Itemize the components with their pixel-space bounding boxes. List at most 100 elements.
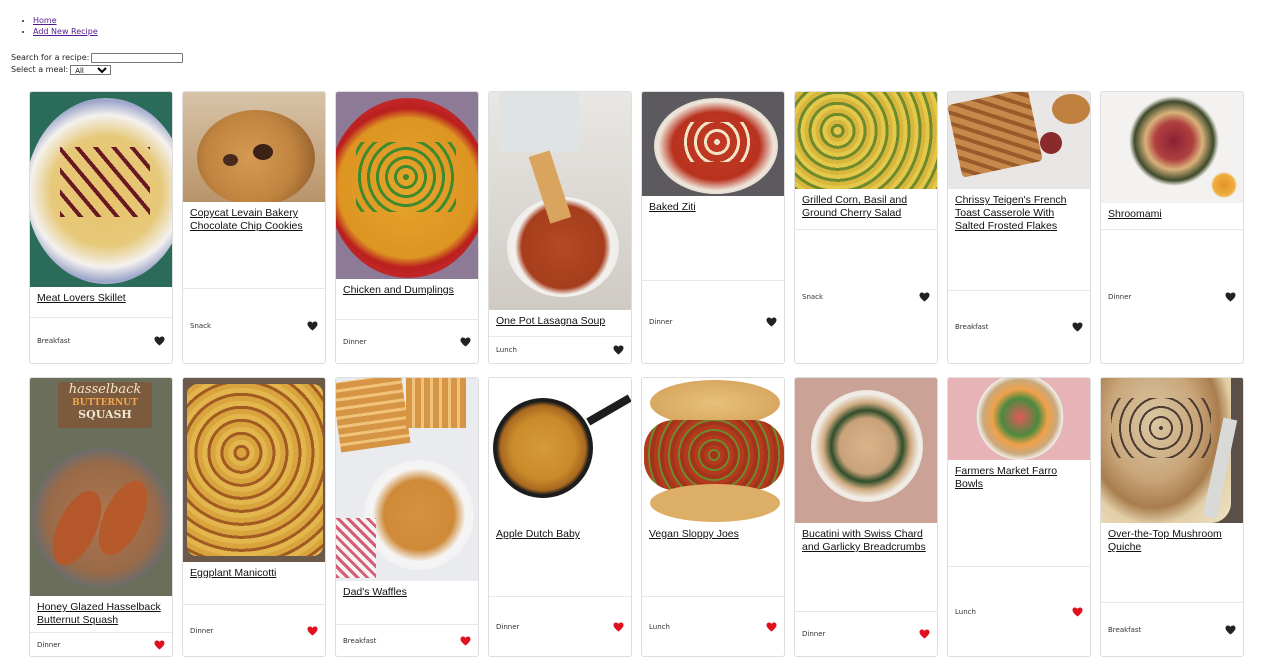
meal-select[interactable]: All bbox=[70, 65, 112, 75]
heart-icon[interactable] bbox=[1225, 291, 1236, 302]
recipe-title[interactable]: Dad's Waffles bbox=[343, 586, 471, 599]
meal-select-label: Select a meal: bbox=[11, 65, 69, 74]
meal-type: Dinner bbox=[343, 337, 367, 346]
recipe-image[interactable] bbox=[795, 92, 937, 189]
recipe-image[interactable] bbox=[1101, 378, 1243, 523]
recipe-title[interactable]: Over-the-Top Mushroom Quiche bbox=[1108, 528, 1236, 554]
meal-type: Dinner bbox=[190, 626, 214, 635]
meal-type: Dinner bbox=[802, 630, 826, 638]
recipe-card[interactable]: Shroomami Dinner bbox=[1100, 91, 1244, 364]
heart-icon[interactable] bbox=[613, 621, 624, 632]
meal-type: Breakfast bbox=[343, 636, 377, 645]
search-input[interactable] bbox=[91, 53, 184, 63]
meal-type: Breakfast bbox=[1108, 625, 1142, 634]
recipe-card[interactable]: Bucatini with Swiss Chard and Garlicky B… bbox=[794, 377, 938, 657]
meal-type: Lunch bbox=[649, 622, 670, 631]
home-link[interactable]: Home bbox=[33, 16, 57, 25]
recipe-card[interactable]: Apple Dutch Baby Dinner bbox=[488, 377, 632, 657]
recipe-title[interactable]: Grilled Corn, Basil and Ground Cherry Sa… bbox=[802, 194, 930, 220]
recipe-footer: Dinner bbox=[642, 280, 784, 363]
recipe-title[interactable]: Chrissy Teigen's French Toast Casserole … bbox=[955, 194, 1083, 233]
meal-type: Breakfast bbox=[37, 336, 71, 345]
recipe-title[interactable]: Vegan Sloppy Joes bbox=[649, 528, 777, 541]
recipe-image[interactable] bbox=[183, 378, 325, 562]
heart-icon[interactable] bbox=[154, 335, 165, 346]
heart-icon[interactable] bbox=[307, 321, 318, 331]
meal-type: Lunch bbox=[955, 607, 976, 616]
heart-icon[interactable] bbox=[460, 635, 471, 646]
nav-list: Home Add New Recipe bbox=[12, 15, 98, 37]
recipe-title[interactable]: Baked Ziti bbox=[649, 201, 777, 214]
recipe-card[interactable]: Farmers Market Farro Bowls Lunch bbox=[947, 377, 1091, 657]
heart-icon[interactable] bbox=[766, 317, 777, 327]
recipe-card[interactable]: Over-the-Top Mushroom Quiche Breakfast bbox=[1100, 377, 1244, 657]
recipe-footer: Lunch bbox=[642, 596, 784, 656]
heart-icon[interactable] bbox=[919, 291, 930, 302]
recipe-title[interactable]: Meat Lovers Skillet bbox=[37, 292, 165, 305]
recipe-title[interactable]: Copycat Levain Bakery Chocolate Chip Coo… bbox=[190, 207, 318, 233]
recipe-title[interactable]: One Pot Lasagna Soup bbox=[496, 315, 624, 328]
add-recipe-link[interactable]: Add New Recipe bbox=[33, 27, 98, 36]
recipe-card[interactable]: Chicken and Dumplings Dinner bbox=[335, 91, 479, 364]
recipe-image[interactable] bbox=[1101, 92, 1243, 203]
search-form: Search for a recipe: Select a meal: All bbox=[11, 52, 184, 76]
recipe-footer: Dinner bbox=[1101, 229, 1243, 363]
recipe-title[interactable]: Bucatini with Swiss Chard and Garlicky B… bbox=[802, 528, 930, 554]
recipe-footer: Dinner bbox=[336, 319, 478, 363]
meal-type: Dinner bbox=[1108, 292, 1132, 301]
recipe-title[interactable]: Shroomami bbox=[1108, 208, 1236, 221]
meal-type: Snack bbox=[802, 292, 824, 301]
recipe-title[interactable]: Apple Dutch Baby bbox=[496, 528, 624, 541]
recipe-image[interactable] bbox=[336, 378, 478, 581]
heart-icon[interactable] bbox=[307, 625, 318, 636]
recipe-title[interactable]: Honey Glazed Hasselback Butternut Squash bbox=[37, 601, 165, 627]
recipe-footer: Breakfast bbox=[336, 624, 478, 656]
heart-icon[interactable] bbox=[1225, 624, 1236, 635]
recipe-image[interactable] bbox=[642, 92, 784, 196]
recipe-image[interactable] bbox=[795, 378, 937, 523]
recipe-footer: Breakfast bbox=[948, 290, 1090, 363]
recipe-footer: Dinner bbox=[183, 604, 325, 656]
heart-icon[interactable] bbox=[766, 621, 777, 632]
recipe-footer: Breakfast bbox=[30, 317, 172, 363]
recipe-card[interactable]: One Pot Lasagna Soup Lunch bbox=[488, 91, 632, 364]
recipe-title[interactable]: Chicken and Dumplings bbox=[343, 284, 471, 297]
recipe-image[interactable]: hasselback BUTTERNUT SQUASH bbox=[30, 378, 172, 596]
heart-icon[interactable] bbox=[460, 336, 471, 347]
recipe-card[interactable]: Baked Ziti Dinner bbox=[641, 91, 785, 364]
recipe-footer: Snack bbox=[795, 229, 937, 363]
recipe-image[interactable] bbox=[948, 378, 1090, 460]
recipe-card[interactable]: Eggplant Manicotti Dinner bbox=[182, 377, 326, 657]
search-label: Search for a recipe: bbox=[11, 53, 90, 62]
heart-icon[interactable] bbox=[1072, 322, 1083, 332]
recipe-footer: Breakfast bbox=[1101, 602, 1243, 656]
recipe-image[interactable] bbox=[336, 92, 478, 279]
recipe-image[interactable] bbox=[948, 92, 1090, 189]
recipe-footer: Lunch bbox=[489, 336, 631, 363]
meal-type: Snack bbox=[190, 322, 212, 330]
recipe-image[interactable] bbox=[642, 378, 784, 523]
recipe-image[interactable] bbox=[183, 92, 325, 202]
recipe-card[interactable]: hasselback BUTTERNUT SQUASH Honey Glazed… bbox=[29, 377, 173, 657]
meal-type: Dinner bbox=[496, 622, 520, 631]
heart-icon[interactable] bbox=[154, 639, 165, 650]
heart-icon[interactable] bbox=[919, 629, 930, 639]
recipe-footer: Dinner bbox=[489, 596, 631, 656]
recipe-card[interactable]: Dad's Waffles Breakfast bbox=[335, 377, 479, 657]
recipe-image[interactable] bbox=[489, 92, 631, 310]
heart-icon[interactable] bbox=[613, 345, 624, 355]
image-sign: hasselback BUTTERNUT SQUASH bbox=[58, 382, 152, 428]
recipe-card[interactable]: Grilled Corn, Basil and Ground Cherry Sa… bbox=[794, 91, 938, 364]
recipe-title[interactable]: Eggplant Manicotti bbox=[190, 567, 318, 580]
recipe-footer: Snack bbox=[183, 288, 325, 363]
meal-type: Dinner bbox=[649, 318, 673, 326]
recipe-card[interactable]: Copycat Levain Bakery Chocolate Chip Coo… bbox=[182, 91, 326, 364]
recipe-card[interactable]: Meat Lovers Skillet Breakfast bbox=[29, 91, 173, 364]
recipe-card[interactable]: Vegan Sloppy Joes Lunch bbox=[641, 377, 785, 657]
recipe-title[interactable]: Farmers Market Farro Bowls bbox=[955, 465, 1083, 491]
heart-icon[interactable] bbox=[1072, 606, 1083, 617]
recipe-image[interactable] bbox=[30, 92, 172, 287]
recipe-footer: Lunch bbox=[948, 566, 1090, 656]
recipe-card[interactable]: Chrissy Teigen's French Toast Casserole … bbox=[947, 91, 1091, 364]
recipe-image[interactable] bbox=[489, 378, 631, 523]
